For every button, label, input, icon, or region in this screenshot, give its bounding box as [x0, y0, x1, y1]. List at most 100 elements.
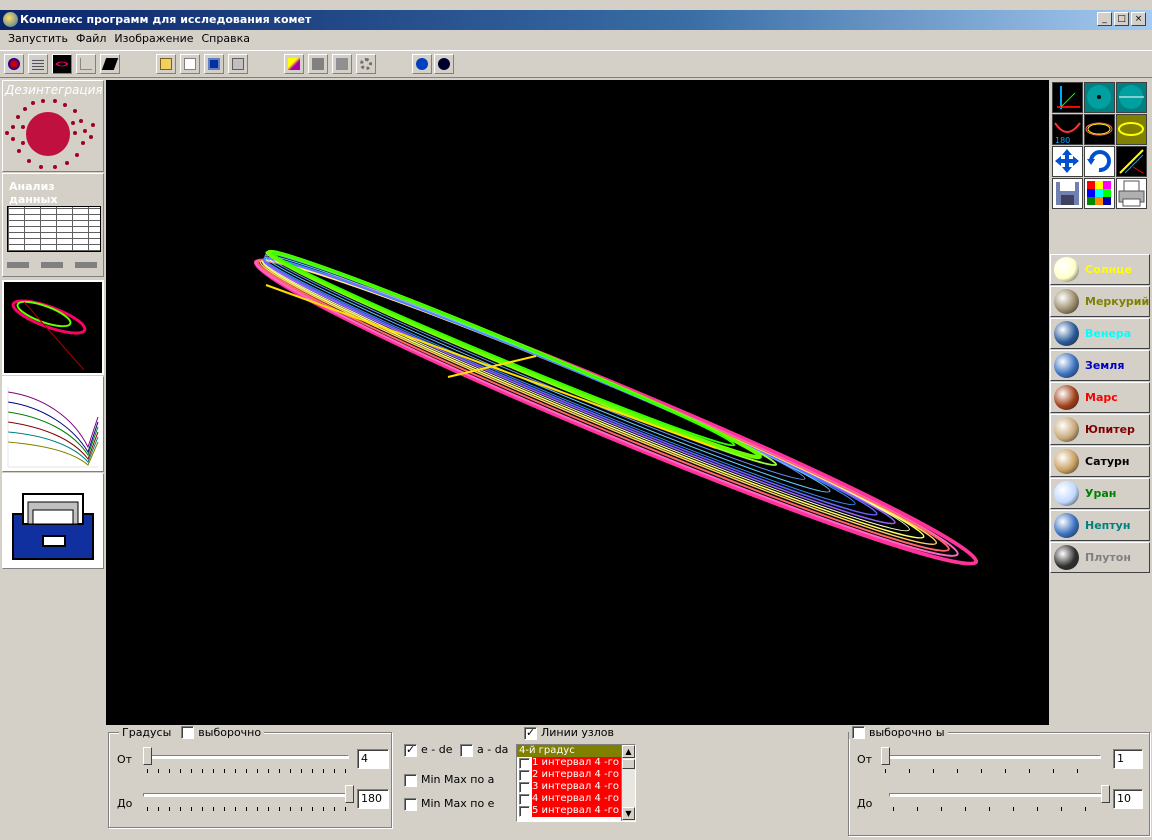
a-da-checkbox[interactable]: [460, 744, 473, 757]
table-tool-button[interactable]: [28, 54, 48, 74]
scroll-thumb[interactable]: [622, 759, 635, 769]
save-button[interactable]: [204, 54, 224, 74]
info-button[interactable]: [434, 54, 454, 74]
right-panel: 180 Солнце Меркурий Венера Земля Марс Юпитер С…: [1050, 80, 1150, 725]
interval-checkbox[interactable]: [519, 781, 530, 793]
axes-xyz-icon: [1119, 149, 1144, 174]
planet-button[interactable]: Венера: [1050, 318, 1150, 349]
right-to-value[interactable]: 10: [1113, 789, 1143, 809]
maximize-button[interactable]: □: [1114, 12, 1129, 26]
minmax-e-checkbox[interactable]: [404, 798, 417, 811]
interval-list-item[interactable]: 3 интервал 4 -го: [517, 781, 621, 793]
analysis-bar-1: [7, 262, 29, 268]
right-from-value[interactable]: 1: [1113, 749, 1143, 769]
open-button[interactable]: [156, 54, 176, 74]
new-document-icon: [184, 58, 196, 70]
minmax-a-checkbox[interactable]: [404, 774, 417, 787]
axes-xyz-button[interactable]: [1116, 146, 1147, 177]
interval-list-item[interactable]: 4 интервал 4 -го: [517, 793, 621, 805]
planet-icon: [1054, 353, 1079, 378]
close-button[interactable]: ×: [1131, 12, 1146, 26]
view-side-button[interactable]: [1116, 82, 1147, 113]
planet-button[interactable]: Уран: [1050, 478, 1150, 509]
planet-button[interactable]: Меркурий: [1050, 286, 1150, 317]
degrees-selective-checkbox[interactable]: [181, 726, 195, 739]
menu-image[interactable]: Изображение: [110, 30, 197, 48]
bottom-controls: Градусы выборочно От 4 До 180 e - de a -…: [106, 726, 1152, 840]
ellipse-tool-button[interactable]: [1084, 114, 1115, 145]
interval-list-item[interactable]: 2 интервал 4 -го: [517, 769, 621, 781]
right-to-slider[interactable]: [1101, 785, 1110, 803]
settings-button[interactable]: [356, 54, 376, 74]
sphere-side-icon: [1119, 85, 1144, 109]
clear-button[interactable]: [308, 54, 328, 74]
interval-label: 1 интервал 4 -го: [532, 757, 621, 769]
degrees-from-value[interactable]: 4: [357, 749, 389, 769]
degrees-to-value[interactable]: 180: [357, 789, 389, 809]
planet-button[interactable]: Юпитер: [1050, 414, 1150, 445]
planet-button[interactable]: Сатурн: [1050, 446, 1150, 477]
interval-list-item[interactable]: 5 интервал 4 -го: [517, 805, 621, 817]
svg-text:180: 180: [1055, 136, 1070, 144]
interval-checkbox[interactable]: [519, 769, 530, 781]
comet-tool-button[interactable]: [4, 54, 24, 74]
interval-label: 5 интервал 4 -го: [532, 805, 621, 817]
graph-preview-tile[interactable]: [2, 376, 104, 472]
e-de-label: e - de: [421, 743, 453, 756]
orbit-preview-tile[interactable]: [2, 280, 104, 375]
degrees-to-slider[interactable]: [345, 785, 354, 803]
planet-button[interactable]: Плутон: [1050, 542, 1150, 573]
graph-tool-button[interactable]: [76, 54, 96, 74]
planet-button[interactable]: Земля: [1050, 350, 1150, 381]
palette-button[interactable]: [1084, 178, 1115, 209]
degrees-from-slider[interactable]: [143, 747, 152, 765]
ring-tool-button[interactable]: [1116, 114, 1147, 145]
move-tool-button[interactable]: [1052, 146, 1083, 177]
save-image-button[interactable]: [1052, 178, 1083, 209]
interval-checkbox[interactable]: [519, 805, 530, 817]
print-button[interactable]: [228, 54, 248, 74]
data-analysis-tile[interactable]: Анализ данных: [2, 173, 104, 277]
planet-icon: [1054, 417, 1079, 442]
disintegration-tile[interactable]: Дезинтеграция: [2, 80, 104, 172]
new-button[interactable]: [180, 54, 200, 74]
e-de-checkbox[interactable]: [404, 743, 417, 757]
database-tile[interactable]: [2, 473, 104, 569]
orbit-tool-button[interactable]: [52, 54, 72, 74]
open-folder-icon: [160, 58, 172, 70]
right-from-slider[interactable]: [881, 747, 890, 765]
help-button[interactable]: [412, 54, 432, 74]
scroll-down-button[interactable]: ▼: [622, 807, 635, 820]
orbit-icon: [54, 60, 70, 68]
rotate-tool-button[interactable]: [1084, 146, 1115, 177]
interval-list-scrollbar[interactable]: ▲ ▼: [621, 745, 635, 821]
window-controls: _ □ ×: [1097, 12, 1146, 26]
print-image-button[interactable]: [1116, 178, 1147, 209]
edit-button[interactable]: [284, 54, 304, 74]
minimize-button[interactable]: _: [1097, 12, 1112, 26]
copy-button[interactable]: [332, 54, 352, 74]
interval-list[interactable]: 4-й градус 1 интервал 4 -го 2 интервал 4 …: [516, 744, 636, 822]
a-da-label: a - da: [477, 743, 509, 756]
interval-checkbox[interactable]: [519, 793, 530, 805]
planet-icon: [1054, 449, 1079, 474]
planet-button[interactable]: Солнце: [1050, 254, 1150, 285]
menu-run[interactable]: Запустить: [4, 30, 72, 48]
selective-group: выборочно ы От 1 До 10: [848, 726, 1150, 836]
interval-checkbox[interactable]: [519, 757, 530, 769]
planet-button[interactable]: Нептун: [1050, 510, 1150, 541]
menu-help[interactable]: Справка: [198, 30, 254, 48]
degrees-group: Градусы выборочно От 4 До 180: [108, 726, 392, 828]
menu-file[interactable]: Файл: [72, 30, 110, 48]
axes-tool-button[interactable]: [1052, 82, 1083, 113]
scroll-up-button[interactable]: ▲: [622, 745, 635, 758]
orbit-canvas[interactable]: [106, 80, 1049, 725]
selective-checkbox[interactable]: [852, 726, 865, 739]
orbit-thumbnail: [11, 299, 87, 371]
node-lines-checkbox[interactable]: [524, 726, 537, 740]
eraser-tool-button[interactable]: [100, 54, 120, 74]
interval-list-item[interactable]: 1 интервал 4 -го: [517, 757, 621, 769]
view-top-button[interactable]: [1084, 82, 1115, 113]
angle-tool-button[interactable]: 180: [1052, 114, 1083, 145]
planet-button[interactable]: Марс: [1050, 382, 1150, 413]
